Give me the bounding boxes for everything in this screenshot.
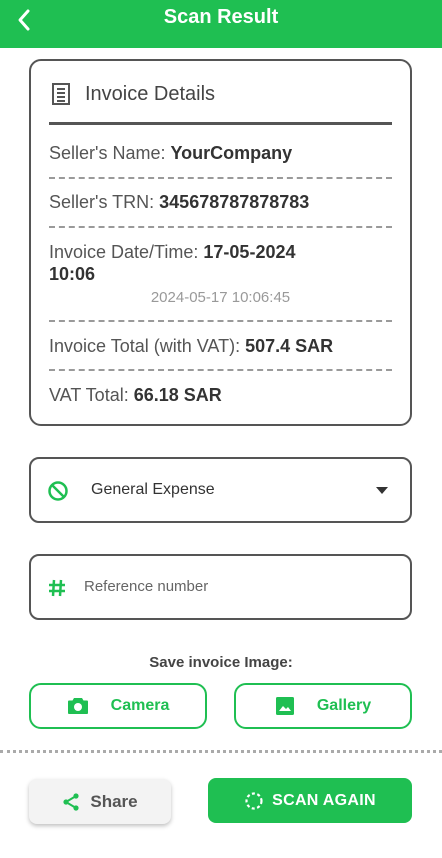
image-icon: [275, 697, 294, 715]
share-button-label: Share: [90, 791, 138, 811]
section-divider: [0, 750, 442, 753]
page-title: Scan Result: [163, 6, 279, 28]
row-divider: [49, 226, 392, 228]
scan-again-label: SCAN AGAIN: [272, 791, 376, 809]
card-header-divider: [49, 122, 392, 125]
block-icon: [48, 481, 68, 501]
row-divider: [49, 320, 392, 322]
camera-button-label: Camera: [110, 697, 170, 714]
caret-down-icon: [376, 487, 388, 494]
category-selected-value: General Expense: [91, 481, 215, 498]
invoice-total-row: Invoice Total (with VAT): 507.4 SAR: [49, 336, 333, 357]
seller-trn-row: Seller's TRN: 345678787878783: [49, 192, 309, 213]
category-dropdown[interactable]: General Expense: [29, 457, 412, 523]
invoice-total-value: 507.4 SAR: [245, 336, 334, 356]
row-divider: [49, 369, 392, 371]
save-image-label: Save invoice Image:: [149, 654, 293, 671]
vat-total-row: VAT Total: 66.18 SAR: [49, 385, 222, 406]
invoice-card-header: Invoice Details: [51, 79, 215, 109]
invoice-raw-datetime: 2024-05-17 10:06:45: [150, 289, 291, 306]
invoice-total-label: Invoice Total (with VAT):: [49, 336, 241, 356]
share-icon: [63, 792, 79, 811]
reference-number-placeholder: Reference number: [84, 578, 209, 595]
gallery-button-label: Gallery: [316, 697, 372, 714]
vat-total-label: VAT Total:: [49, 385, 129, 405]
seller-name-label: Seller's Name:: [49, 143, 166, 163]
seller-name-row: Seller's Name: YourCompany: [49, 143, 292, 164]
share-button[interactable]: Share: [29, 779, 171, 824]
seller-name-value: YourCompany: [170, 143, 293, 163]
scan-again-button[interactable]: SCAN AGAIN: [208, 778, 412, 823]
receipt-icon: [52, 83, 70, 105]
gallery-button[interactable]: Gallery: [234, 683, 412, 729]
app-bar: Scan Result: [0, 0, 442, 48]
camera-button[interactable]: Camera: [29, 683, 207, 729]
seller-trn-value: 345678787878783: [159, 192, 310, 212]
vat-total-value: 66.18 SAR: [133, 385, 222, 405]
seller-trn-label: Seller's TRN:: [49, 192, 155, 212]
invoice-card-title: Invoice Details: [85, 82, 216, 105]
invoice-time-value: 10:06: [49, 264, 96, 284]
camera-icon: [67, 698, 88, 714]
invoice-date-value: 17-05-2024: [203, 242, 296, 262]
refresh-icon: [245, 791, 263, 810]
invoice-details-card: Invoice Details Seller's Name: YourCompa…: [29, 59, 412, 426]
invoice-date-label: Invoice Date/Time:: [49, 242, 199, 262]
hash-icon: [49, 579, 65, 597]
row-divider: [49, 177, 392, 179]
invoice-date-row: Invoice Date/Time: 17-05-2024 10:06: [49, 241, 295, 285]
reference-number-field[interactable]: Reference number: [29, 554, 412, 620]
